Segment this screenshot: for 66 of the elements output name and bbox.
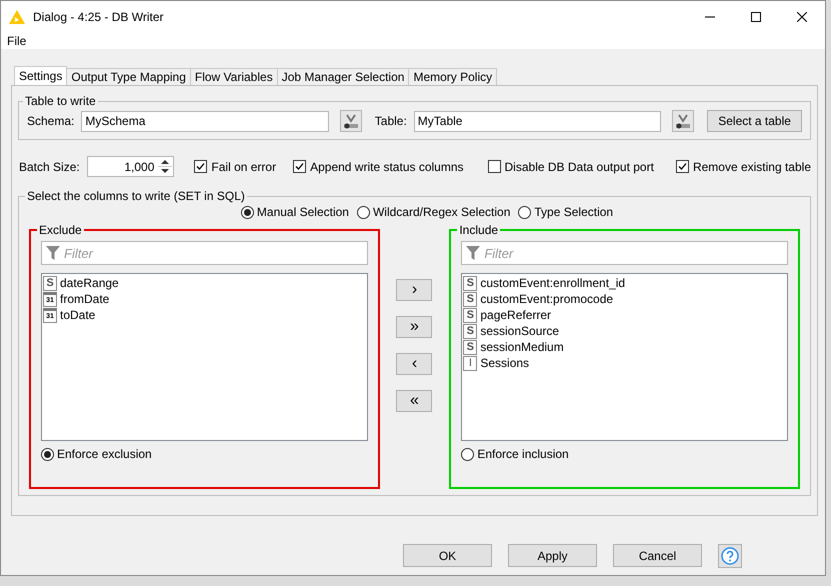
menu-item[interactable]: File xyxy=(7,34,26,48)
field-label: Batch Size: xyxy=(19,160,80,174)
column-item[interactable]: pageReferrer xyxy=(480,308,552,322)
flow-variable-icon xyxy=(342,113,359,129)
app-logo-icon xyxy=(9,10,25,24)
column-item[interactable]: sessionSource xyxy=(480,324,560,338)
column-item[interactable]: customEvent:enrollment_id xyxy=(480,276,626,290)
maximize-icon xyxy=(751,12,761,22)
dialog-button[interactable]: Cancel xyxy=(613,544,702,567)
column-item[interactable]: sessionMedium xyxy=(480,340,564,354)
column-item[interactable]: Sessions xyxy=(480,356,530,370)
enforce-radio[interactable]: Enforce inclusion xyxy=(461,447,569,461)
check-icon xyxy=(295,162,304,171)
move-button[interactable]: « xyxy=(396,390,432,412)
column-item[interactable]: customEvent:promocode xyxy=(480,292,614,306)
panel-title: Include xyxy=(458,223,500,237)
string-type-icon: S xyxy=(463,340,478,354)
dialog-button[interactable]: Apply xyxy=(508,544,597,567)
mode-radio[interactable]: Wildcard/Regex Selection xyxy=(356,205,510,219)
spinner-arrows-icon xyxy=(158,157,172,176)
batch-size-field[interactable]: 1,000 xyxy=(86,156,174,177)
help-button[interactable] xyxy=(718,544,742,568)
filter-icon xyxy=(466,246,480,260)
string-type-icon: S xyxy=(43,276,57,290)
filter-field[interactable]: Filter xyxy=(41,241,368,265)
check-icon xyxy=(196,162,206,171)
panel-title: Exclude xyxy=(38,223,83,237)
table-field[interactable]: MyTable xyxy=(414,110,662,132)
dialog-button[interactable]: OK xyxy=(403,544,492,567)
filter-field[interactable]: Filter xyxy=(461,241,788,265)
column-item[interactable]: toDate xyxy=(60,308,96,322)
group-title: Table to write xyxy=(24,94,97,108)
help-icon xyxy=(721,547,739,565)
schema-field[interactable]: MySchema xyxy=(81,110,329,132)
enforce-radio[interactable]: Enforce exclusion xyxy=(41,447,152,461)
option-checkbox[interactable]: Disable DB Data output port xyxy=(488,160,654,174)
field-label: Table: xyxy=(374,114,407,128)
string-type-icon: S xyxy=(463,276,478,290)
column-item[interactable]: dateRange xyxy=(60,276,119,290)
tab[interactable]: Job Manager Selection xyxy=(276,68,410,85)
tab[interactable]: Memory Policy xyxy=(408,68,498,85)
move-button[interactable]: › xyxy=(396,279,432,301)
check-icon xyxy=(678,162,687,171)
group-title: Select the columns to write (SET in SQL) xyxy=(26,189,246,203)
tab[interactable]: Settings xyxy=(14,66,68,85)
close-icon xyxy=(797,12,807,22)
select-table-button[interactable]: Select a table xyxy=(707,110,802,132)
mode-radio[interactable]: Type Selection xyxy=(518,205,614,219)
integer-type-icon: I xyxy=(463,356,478,370)
window-title: Dialog - 4:25 - DB Writer xyxy=(33,10,164,24)
field-label: Schema: xyxy=(27,114,74,128)
tab[interactable]: Output Type Mapping xyxy=(66,68,191,85)
option-checkbox[interactable]: Remove existing table xyxy=(676,160,811,174)
move-button[interactable]: ‹ xyxy=(396,353,432,375)
flow-variable-icon xyxy=(675,113,692,129)
move-button[interactable]: » xyxy=(396,316,432,338)
option-checkbox[interactable]: Fail on error xyxy=(194,160,276,174)
flow-variable-button[interactable] xyxy=(672,110,694,132)
string-type-icon: S xyxy=(463,292,478,306)
string-type-icon: S xyxy=(463,324,478,338)
option-checkbox[interactable]: Append write status columns xyxy=(293,160,464,174)
string-type-icon: S xyxy=(463,308,478,322)
filter-icon xyxy=(46,246,60,260)
column-item[interactable]: fromDate xyxy=(60,292,110,306)
mode-radio[interactable]: Manual Selection xyxy=(240,205,349,219)
flow-variable-button[interactable] xyxy=(340,110,362,132)
